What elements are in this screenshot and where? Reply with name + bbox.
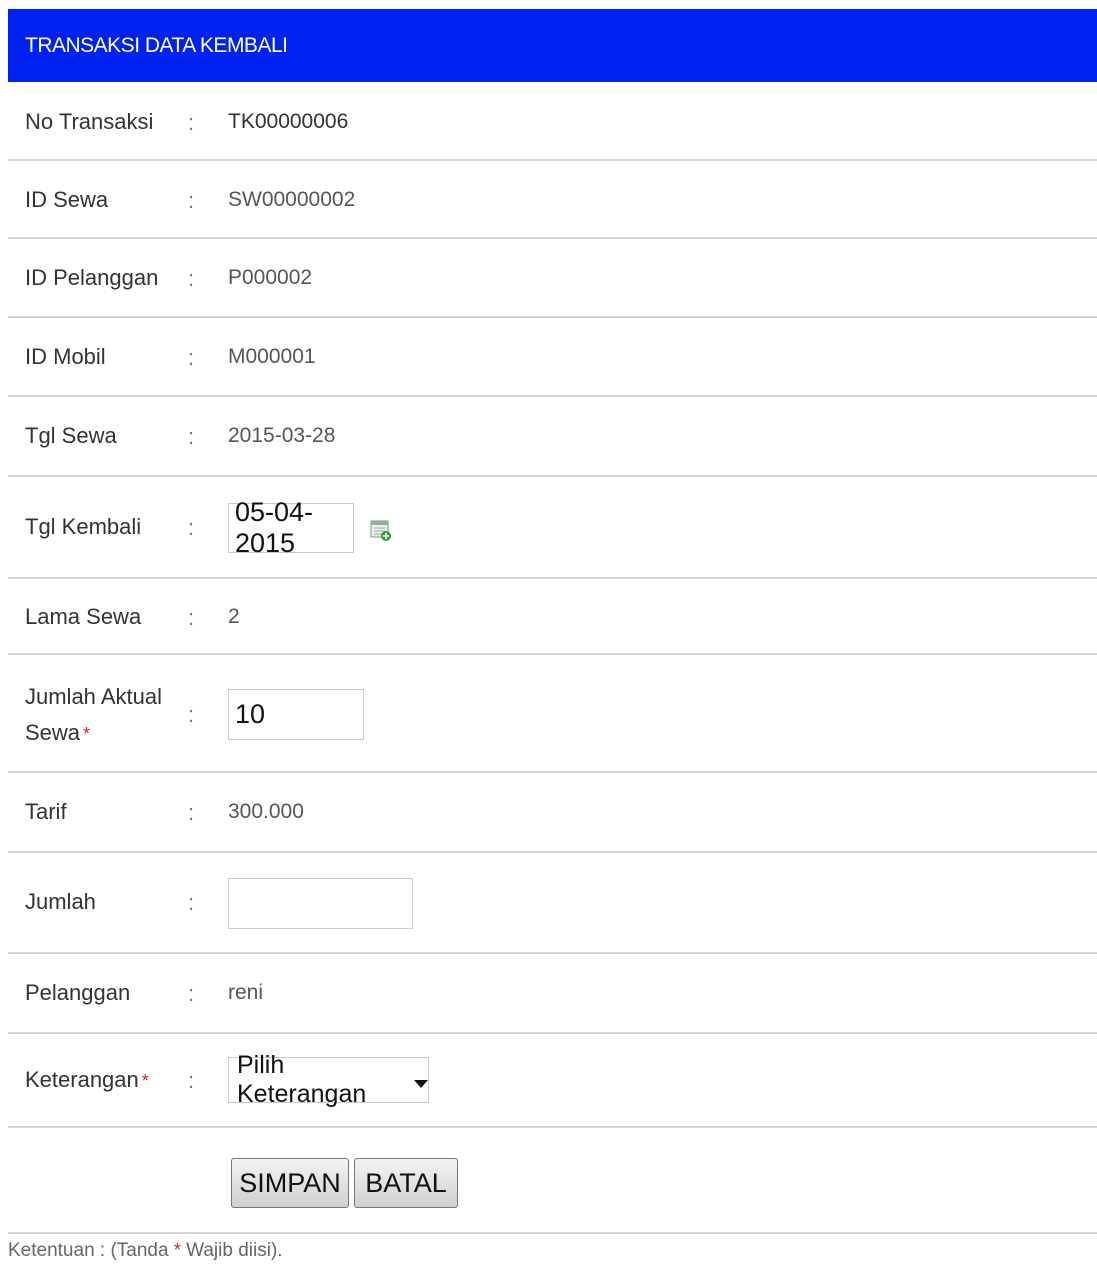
required-marker: * — [173, 1240, 181, 1260]
value-lama-sewa: 2 — [228, 605, 240, 628]
jumlah-input[interactable] — [228, 878, 413, 929]
separator: : — [188, 110, 195, 135]
value-no-transaksi: TK00000006 — [228, 110, 349, 133]
tgl-kembali-input[interactable]: 05-04-2015 — [228, 497, 354, 558]
label-id-mobil: ID Mobil — [25, 344, 106, 369]
row-jumlah-aktual-sewa: Jumlah Aktual Sewa * : 10 — [8, 655, 1097, 773]
value-id-pelanggan: P000002 — [228, 266, 313, 289]
row-tgl-sewa: Tgl Sewa : 2015-03-28 — [8, 397, 1097, 477]
chevron-down-icon — [414, 1080, 428, 1088]
separator: : — [188, 345, 195, 370]
separator: : — [188, 890, 195, 915]
form-footnote: Ketentuan : (Tanda * Wajib diisi). — [8, 1240, 283, 1262]
keterangan-selected: Pilih Keterangan — [237, 1051, 367, 1108]
label-tgl-kembali: Tgl Kembali — [25, 514, 142, 539]
separator: : — [188, 981, 195, 1006]
separator: : — [188, 1068, 195, 1093]
label-jumlah: Jumlah — [25, 889, 96, 914]
row-id-mobil: ID Mobil : M000001 — [8, 318, 1097, 397]
footnote-prefix: Ketentuan : (Tanda — [8, 1240, 174, 1261]
label-jumlah-aktual-sewa: Jumlah Aktual Sewa * — [25, 679, 162, 752]
label-tarif: Tarif — [25, 799, 67, 824]
separator: : — [188, 515, 195, 540]
value-pelanggan: reni — [228, 981, 264, 1004]
separator: : — [188, 266, 195, 291]
value-id-mobil: M000001 — [228, 345, 316, 368]
row-no-transaksi: No Transaksi : TK00000006 — [8, 82, 1097, 161]
label-id-sewa: ID Sewa — [25, 187, 109, 212]
label-tgl-sewa: Tgl Sewa — [25, 423, 117, 448]
batal-button[interactable]: BATAL — [354, 1158, 458, 1208]
form-title: TRANSAKSI DATA KEMBALI — [25, 33, 288, 57]
label-keterangan-text: Keterangan — [25, 1067, 139, 1092]
required-marker: * — [141, 1071, 149, 1091]
row-actions: SIMPAN BATAL — [8, 1128, 1097, 1234]
simpan-button[interactable]: SIMPAN — [231, 1158, 349, 1208]
calendar-icon[interactable] — [370, 520, 392, 542]
label-no-transaksi: No Transaksi — [25, 109, 154, 134]
row-id-sewa: ID Sewa : SW00000002 — [8, 161, 1097, 239]
row-lama-sewa: Lama Sewa : 2 — [8, 579, 1097, 655]
keterangan-select[interactable]: Pilih Keterangan — [228, 1051, 429, 1108]
label-jumlah-aktual-line2: Sewa — [25, 720, 81, 745]
label-lama-sewa: Lama Sewa — [25, 604, 142, 629]
separator: : — [188, 188, 195, 213]
row-keterangan: Keterangan * : Pilih Keterangan — [8, 1034, 1097, 1128]
row-pelanggan: Pelanggan : reni — [8, 954, 1097, 1034]
label-pelanggan: Pelanggan — [25, 980, 131, 1005]
label-keterangan: Keterangan * — [25, 1062, 149, 1099]
value-tarif: 300.000 — [228, 800, 304, 823]
jumlah-aktual-sewa-input[interactable]: 10 — [228, 689, 364, 740]
row-id-pelanggan: ID Pelanggan : P000002 — [8, 239, 1097, 318]
label-id-pelanggan: ID Pelanggan — [25, 265, 159, 290]
required-marker: * — [83, 724, 91, 744]
separator: : — [188, 424, 195, 449]
value-id-sewa: SW00000002 — [228, 188, 356, 211]
separator: : — [188, 702, 195, 727]
footnote-suffix: Wajib diisi). — [180, 1240, 283, 1261]
form-header: TRANSAKSI DATA KEMBALI — [8, 9, 1097, 82]
return-transaction-form: No Transaksi : TK00000006 ID Sewa : SW00… — [8, 82, 1097, 1234]
row-tgl-kembali: Tgl Kembali : 05-04-2015 — [8, 477, 1097, 579]
separator: : — [188, 605, 195, 630]
tgl-kembali-value: 05-04-2015 — [235, 497, 314, 558]
label-jumlah-aktual-line1: Jumlah Aktual — [25, 684, 162, 709]
jumlah-aktual-sewa-value: 10 — [235, 699, 266, 729]
value-tgl-sewa: 2015-03-28 — [228, 424, 336, 447]
separator: : — [188, 800, 195, 825]
row-tarif: Tarif : 300.000 — [8, 773, 1097, 853]
row-jumlah: Jumlah : — [8, 853, 1097, 954]
